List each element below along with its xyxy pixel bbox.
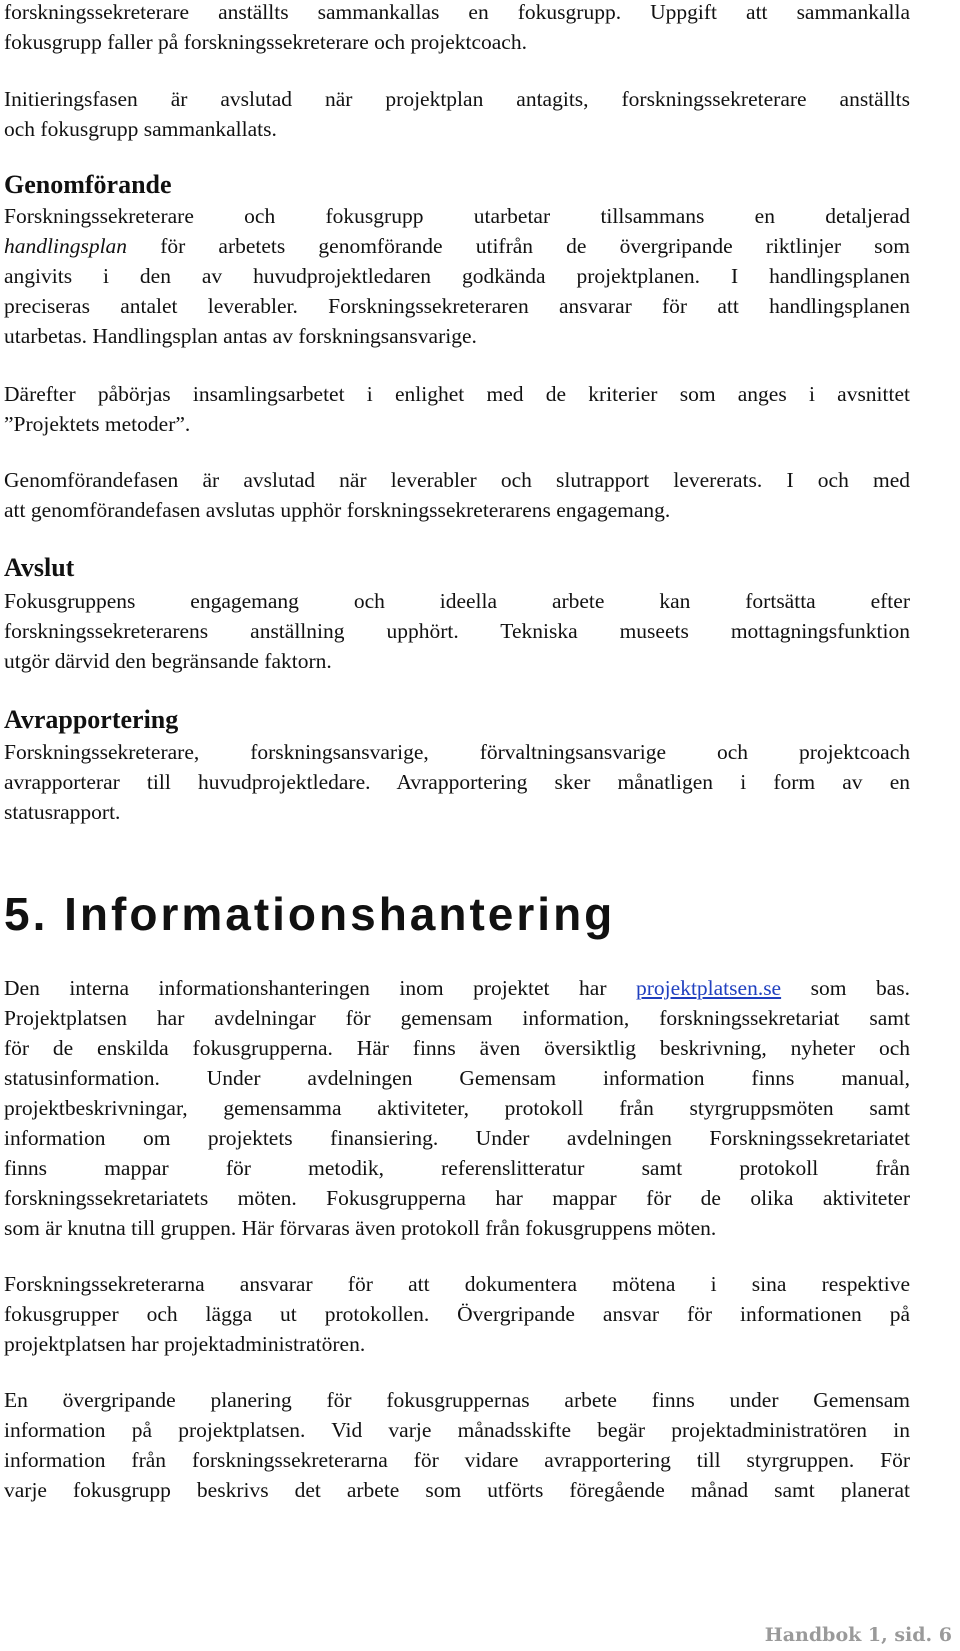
paragraph-line: utarbetas. Handlingsplan antas av forskn… bbox=[4, 324, 477, 348]
paragraph-line: En övergripande planering för fokusgrupp… bbox=[4, 1388, 910, 1412]
paragraph-line: fokusgrupp faller på forskningssekretera… bbox=[4, 30, 527, 54]
paragraph-line: för de enskilda fokusgrupperna. Här finn… bbox=[4, 1036, 910, 1060]
italic-term: handlingsplan bbox=[4, 234, 128, 258]
section-heading-avrapportering: Avrapportering bbox=[4, 705, 179, 734]
paragraph-line: finns mappar för metodik, referenslitter… bbox=[4, 1156, 910, 1180]
paragraph-line: statusrapport. bbox=[4, 800, 121, 824]
projektplatsen-link[interactable]: projektplatsen.se bbox=[636, 976, 781, 1000]
paragraph-line: angivits i den av huvudprojektledaren go… bbox=[4, 264, 910, 288]
paragraph-line: som är knutna till gruppen. Här förvaras… bbox=[4, 1216, 717, 1240]
paragraph-line: Forskningssekreterarna ansvarar för att … bbox=[4, 1272, 910, 1296]
section-heading-genomforande: Genomförande bbox=[4, 170, 172, 199]
paragraph-line: projektbeskrivningar, gemensamma aktivit… bbox=[4, 1096, 910, 1120]
paragraph-line: Därefter påbörjas insamlingsarbetet i en… bbox=[4, 382, 910, 406]
paragraph-line: varje fokusgrupp beskrivs det arbete som… bbox=[4, 1478, 910, 1502]
paragraph-line: Fokusgruppens engagemang och ideella arb… bbox=[4, 589, 910, 613]
paragraph-line: Projektplatsen har avdelningar för gemen… bbox=[4, 1006, 910, 1030]
paragraph-line: Den interna informationshanteringen inom… bbox=[4, 976, 911, 1000]
paragraph-line: Initieringsfasen är avslutad när projekt… bbox=[4, 87, 910, 111]
page-footer: Handbok 1, sid. 6 bbox=[764, 1624, 952, 1646]
chapter-heading-informationshantering: 5. Informationshantering bbox=[4, 888, 616, 940]
paragraph-line: handlingsplan för arbetets genomförande … bbox=[4, 234, 910, 258]
paragraph-line: information om projektets finansiering. … bbox=[4, 1126, 910, 1150]
paragraph-line: avrapporterar till huvudprojektledare. A… bbox=[4, 770, 910, 794]
paragraph-line: ”Projektets metoder”. bbox=[4, 412, 191, 436]
paragraph-line: projektplatsen har projektadministratöre… bbox=[4, 1332, 366, 1356]
paragraph-line: forskningssekretariatets möten. Fokusgru… bbox=[4, 1186, 910, 1210]
paragraph-line: och fokusgrupp sammankallats. bbox=[4, 117, 277, 141]
paragraph-line: fokusgrupper och lägga ut protokollen. Ö… bbox=[4, 1302, 910, 1326]
paragraph-line: Genomförandefasen är avslutad när levera… bbox=[4, 468, 910, 492]
paragraph-line: att genomförandefasen avslutas upphör fo… bbox=[4, 498, 671, 522]
paragraph-line: preciseras antalet leverabler. Forskning… bbox=[4, 294, 910, 318]
paragraph-line: information från forskningssekreterarna … bbox=[4, 1448, 910, 1472]
paragraph-line: forskningssekreterare anställts sammanka… bbox=[4, 0, 910, 24]
paragraph-line: Forskningssekreterare, forskningsansvari… bbox=[4, 740, 910, 764]
paragraph-line: Forskningssekreterare och fokusgrupp uta… bbox=[4, 204, 910, 228]
paragraph-line: utgör därvid den begränsande faktorn. bbox=[4, 649, 332, 673]
paragraph-line: forskningssekreterarens anställning upph… bbox=[4, 619, 910, 643]
paragraph-line: statusinformation. Under avdelningen Gem… bbox=[4, 1066, 910, 1090]
section-heading-avslut: Avslut bbox=[4, 553, 75, 582]
paragraph-line: information på projektplatsen. Vid varje… bbox=[4, 1418, 910, 1442]
